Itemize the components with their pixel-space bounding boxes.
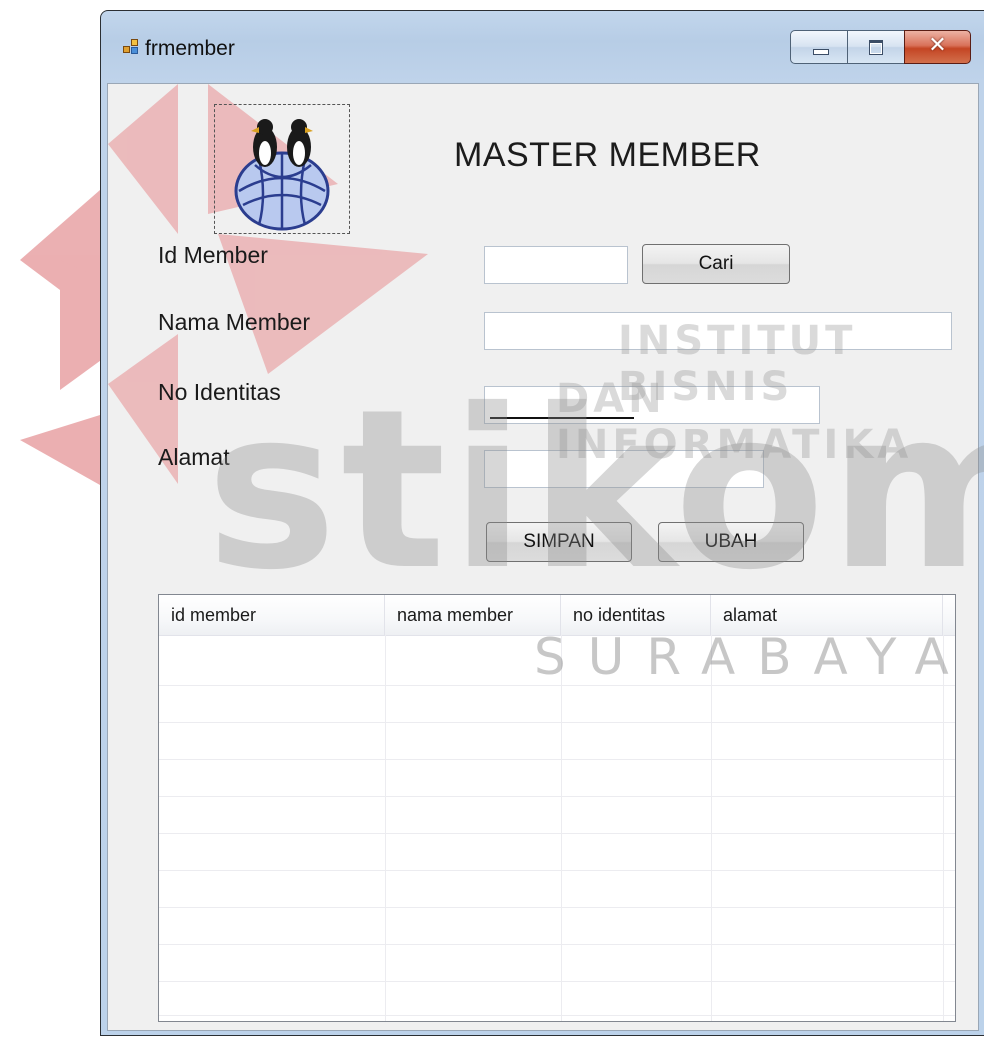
grid-divider	[561, 635, 562, 1021]
grid-divider	[385, 635, 386, 1021]
logo-picturebox[interactable]	[214, 104, 350, 234]
minimize-button[interactable]	[790, 30, 848, 64]
grid-row-line	[159, 685, 955, 686]
column-header-id-member[interactable]: id member	[159, 595, 385, 635]
grid-row-line	[159, 1015, 955, 1016]
alamat-field[interactable]	[484, 450, 764, 488]
column-header-nama-member[interactable]: nama member	[385, 595, 561, 635]
cari-button[interactable]: Cari	[642, 244, 790, 284]
grid-row-line	[159, 944, 955, 945]
label-nama-member: Nama Member	[158, 309, 311, 335]
minimize-icon	[813, 49, 829, 55]
form-client-area: MASTER MEMBER Id Member Nama Member No I…	[107, 83, 979, 1031]
grid-row-line	[159, 870, 955, 871]
grid-header: id member nama member no identitas alama…	[159, 595, 955, 636]
close-button[interactable]: ✕	[904, 30, 971, 64]
grid-row-line	[159, 907, 955, 908]
maximize-button[interactable]	[847, 30, 905, 64]
no-identitas-mask-underline	[490, 417, 634, 419]
maximize-icon	[869, 40, 883, 55]
label-no-identitas: No Identitas	[158, 379, 281, 405]
form-icon	[123, 39, 139, 55]
form-heading: MASTER MEMBER	[454, 136, 761, 174]
grid-divider	[943, 635, 944, 1021]
penguin-globe-logo	[234, 119, 330, 231]
member-datagrid[interactable]: id member nama member no identitas alama…	[158, 594, 956, 1022]
grid-divider	[711, 635, 712, 1021]
column-header-alamat[interactable]: alamat	[711, 595, 943, 635]
simpan-button[interactable]: SIMPAN	[486, 522, 632, 562]
nama-member-field[interactable]	[484, 312, 952, 350]
id-member-field[interactable]	[484, 246, 628, 284]
close-icon: ✕	[928, 33, 947, 58]
title-bar[interactable]: frmember ✕	[101, 11, 984, 81]
window-title: frmember	[145, 37, 235, 60]
column-header-no-identitas[interactable]: no identitas	[561, 595, 711, 635]
grid-row-line	[159, 759, 955, 760]
grid-row-line	[159, 981, 955, 982]
grid-row-line	[159, 722, 955, 723]
grid-row-line	[159, 833, 955, 834]
ubah-button[interactable]: UBAH	[658, 522, 804, 562]
label-id-member: Id Member	[158, 242, 268, 268]
label-alamat: Alamat	[158, 444, 230, 470]
frmember-window: frmember ✕ MASTER MEMBER Id Member Nama …	[100, 10, 984, 1036]
grid-row-line	[159, 796, 955, 797]
